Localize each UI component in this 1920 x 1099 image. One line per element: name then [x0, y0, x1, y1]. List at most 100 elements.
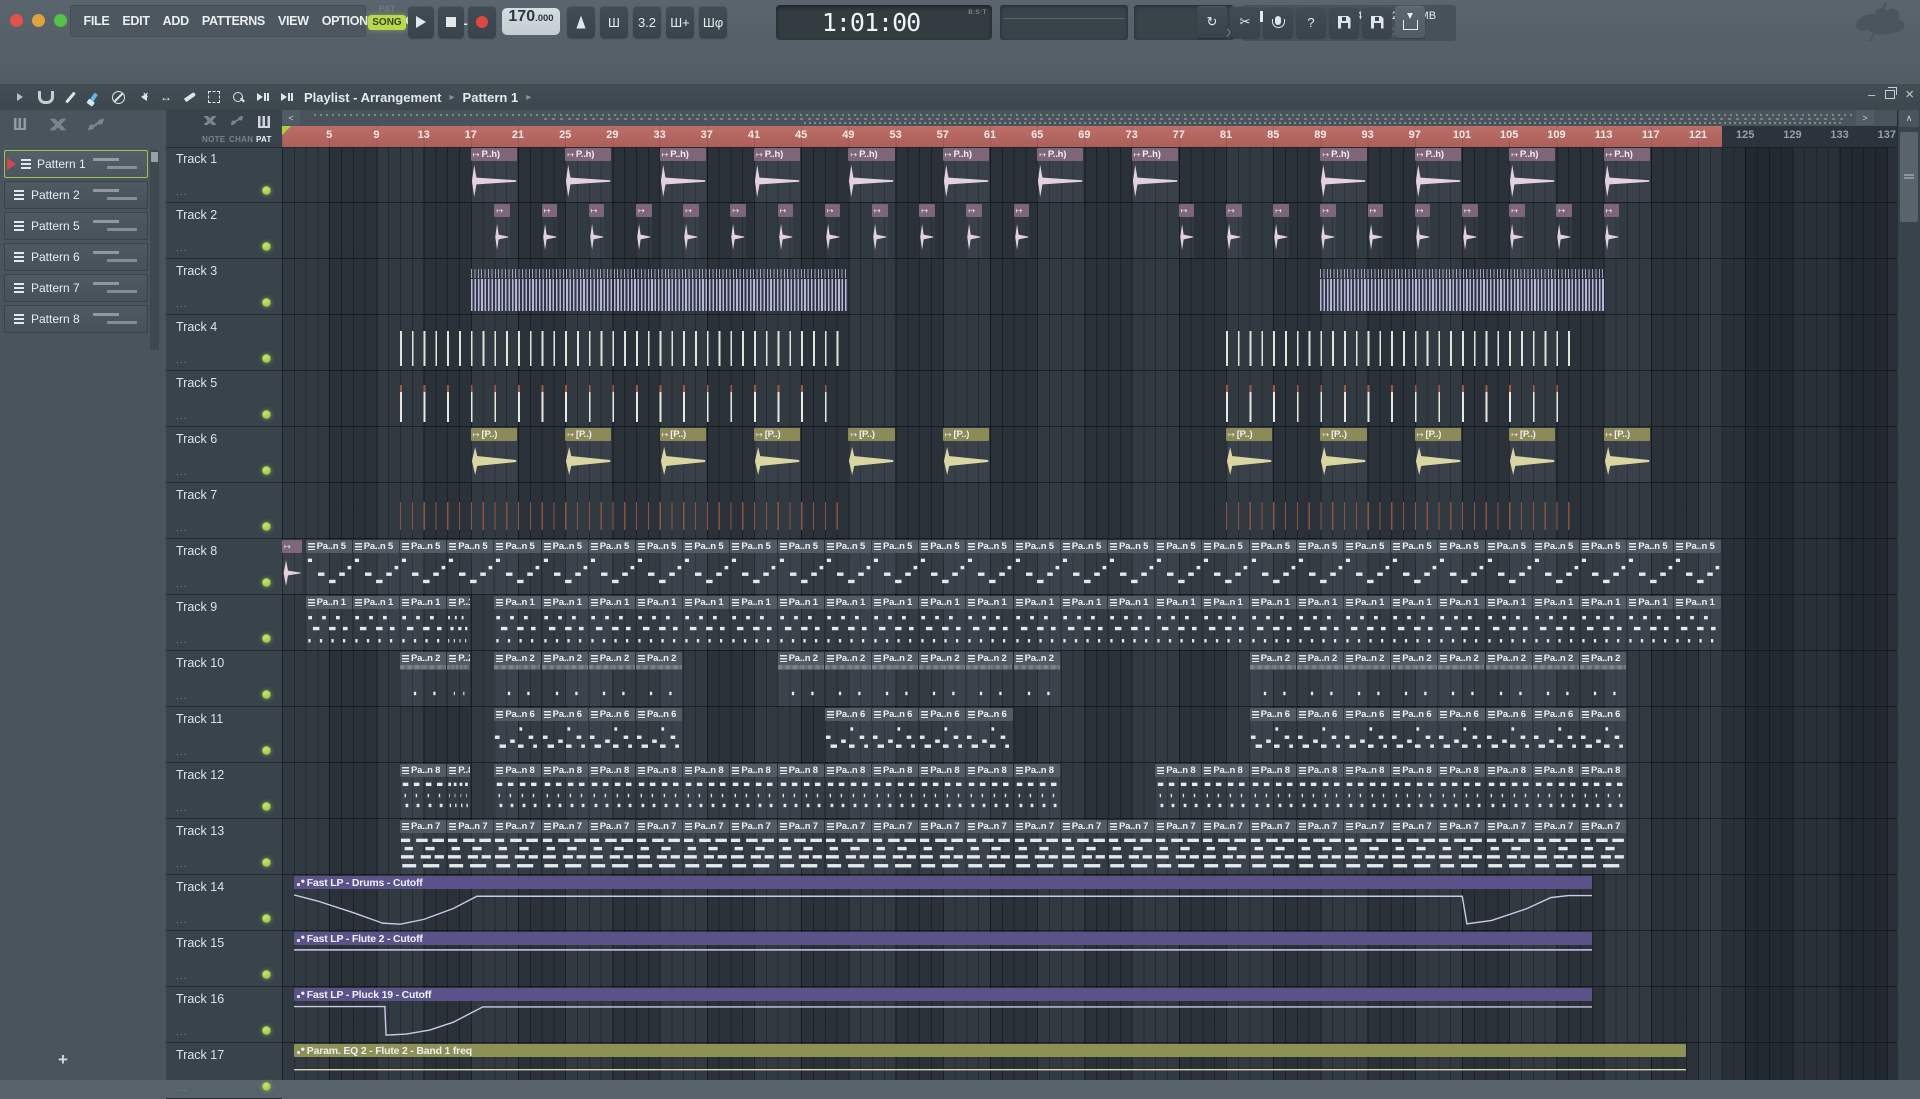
clip-header[interactable]: ↦	[683, 204, 699, 217]
track-led[interactable]	[262, 1082, 271, 1091]
clip-header[interactable]: ↦[P..)	[471, 428, 517, 441]
clip-header[interactable]: Pa..n 8	[919, 764, 965, 777]
clip-header[interactable]: ↦	[494, 204, 510, 217]
pattern-clip[interactable]: Pa..n 6	[1438, 708, 1484, 762]
track-led[interactable]	[262, 970, 271, 979]
playlist-track-row[interactable]: Pa..n 6Pa..n 6Pa..n 6Pa..n 6Pa..n 6Pa..n…	[282, 707, 1898, 763]
pattern-clip[interactable]: Pa..n 1	[1108, 596, 1154, 650]
track-header[interactable]: Track 1...	[166, 147, 282, 203]
clip-header[interactable]: Pa..n 7	[778, 820, 824, 833]
clip-header[interactable]: Pa..n 5	[1061, 540, 1107, 553]
clip-header[interactable]: Pa..n 1	[1580, 596, 1626, 609]
clip-header[interactable]: Pa..n 6	[1391, 708, 1437, 721]
pattern-clip[interactable]: Pa..n 1	[1391, 596, 1437, 650]
pattern-clip[interactable]: Pa..n 2	[1438, 652, 1484, 706]
clip-header[interactable]: Pa..n 5	[353, 540, 399, 553]
track-led[interactable]	[262, 858, 271, 867]
clip-header[interactable]: Pa..n 1	[542, 596, 588, 609]
undo-icon[interactable]: ↻	[1197, 6, 1227, 38]
scrollbar-thumb[interactable]	[1900, 132, 1918, 222]
pattern-clip[interactable]: Pa..n 5	[400, 540, 446, 594]
clip-header[interactable]: Pa..n 6	[1533, 708, 1579, 721]
pattern-clip[interactable]: Pa..n 5	[1250, 540, 1296, 594]
minimize-button[interactable]: –	[1868, 87, 1875, 102]
audio-clip[interactable]: ↦P..h)	[565, 148, 611, 202]
tab-icon-chan[interactable]	[231, 116, 243, 125]
pattern-list-scrollbar[interactable]	[150, 150, 159, 350]
track-header[interactable]: Track 15...	[166, 931, 282, 987]
clip-header[interactable]: Pa..n 5	[1486, 540, 1532, 553]
pattern-clip[interactable]: Pa..n 5	[919, 540, 965, 594]
clip-header[interactable]: ↦P..h)	[1604, 148, 1650, 161]
clip-header[interactable]: Pa..n 1	[919, 596, 965, 609]
pattern-clip[interactable]: P..2	[447, 652, 470, 706]
audio-clip[interactable]: ↦P..h)	[1509, 148, 1555, 202]
clip-header[interactable]: Pa..n 1	[1627, 596, 1673, 609]
pattern-clip[interactable]: Pa..n 6	[1391, 708, 1437, 762]
pattern-clip[interactable]: Pa..n 1	[778, 596, 824, 650]
clip-header[interactable]: Pa..n 1	[1486, 596, 1532, 609]
track-led[interactable]	[262, 1026, 271, 1035]
audio-clip[interactable]: ↦[P..)	[471, 428, 517, 482]
pattern-clip[interactable]: Pa..n 6	[1297, 708, 1343, 762]
pattern-clip[interactable]: Pa..n 5	[636, 540, 682, 594]
track-header[interactable]: Track 6...	[166, 427, 282, 483]
pattern-clip[interactable]: Pa..n 7	[494, 820, 540, 874]
pattern-clip[interactable]: Pa..n 7	[1061, 820, 1107, 874]
pattern-clip[interactable]: Pa..n 5	[1674, 540, 1720, 594]
clip-header[interactable]: Pa..n 5	[778, 540, 824, 553]
clip-header[interactable]: Pa..n 8	[1391, 764, 1437, 777]
clip-header[interactable]: ↦	[542, 204, 558, 217]
pattern-clip[interactable]: Pa..n 1	[1250, 596, 1296, 650]
audio-clip[interactable]: ↦[P..)	[848, 428, 894, 482]
pattern-clip[interactable]: Pa..n 8	[966, 764, 1012, 818]
mac-minimize-light[interactable]	[32, 14, 45, 27]
pattern-clip[interactable]: Pa..n 8	[872, 764, 918, 818]
pattern-clip[interactable]: Pa..n 5	[872, 540, 918, 594]
oscilloscope-panel[interactable]	[1000, 5, 1128, 40]
audio-clip[interactable]: ↦P..h)	[471, 148, 517, 202]
clip-header[interactable]: Pa..n 2	[872, 652, 918, 665]
pattern-clip[interactable]: Pa..n 6	[1580, 708, 1626, 762]
playlist-track-row[interactable]: Fast LP - Pluck 19 - Cutoff	[282, 987, 1898, 1043]
track-led[interactable]	[262, 354, 271, 363]
tab-icon-note[interactable]	[204, 116, 216, 125]
clip-header[interactable]: Pa..n 5	[1155, 540, 1201, 553]
pattern-clip[interactable]: Pa..n 1	[1438, 596, 1484, 650]
clip-header[interactable]: Pa..n 8	[683, 764, 729, 777]
track-header[interactable]: Track 7...	[166, 483, 282, 539]
clip-header[interactable]: ↦[P..)	[1226, 428, 1272, 441]
pattern-clip[interactable]: Pa..n 8	[1250, 764, 1296, 818]
playlist-track-row[interactable]	[282, 315, 1898, 371]
pattern-clip[interactable]: Pa..n 6	[872, 708, 918, 762]
pattern-list-item[interactable]: Pattern 8	[4, 305, 148, 333]
clip-header[interactable]: Pa..n 7	[1250, 820, 1296, 833]
clip-header[interactable]: Pa..n 6	[1250, 708, 1296, 721]
clip-header[interactable]: Pa..n 5	[1297, 540, 1343, 553]
playlist-track-row[interactable]: Pa..n 5Pa..n 5Pa..n 5Pa..n 5Pa..n 5Pa..n…	[282, 539, 1898, 595]
clip-header[interactable]: Pa..n 5	[494, 540, 540, 553]
audio-clip[interactable]: ↦	[1179, 204, 1195, 258]
clip-header[interactable]: ↦	[1320, 204, 1336, 217]
clip-header[interactable]: Pa..n 5	[1674, 540, 1720, 553]
audio-clip[interactable]: ↦	[1604, 204, 1620, 258]
clip-header[interactable]: Pa..n 5	[1108, 540, 1154, 553]
clip-header[interactable]: Pa..n 1	[730, 596, 776, 609]
clip-header[interactable]: Pa..n 8	[1344, 764, 1390, 777]
clip-header[interactable]: ↦P..h)	[1509, 148, 1555, 161]
clip-header[interactable]: Pa..n 5	[919, 540, 965, 553]
clip-header[interactable]: Pa..n 7	[1297, 820, 1343, 833]
playlist-track-row[interactable]: ↦↦↦↦↦↦↦↦↦↦↦↦↦↦↦↦↦↦↦↦↦↦	[282, 203, 1898, 259]
pattern-clip[interactable]: Pa..n 1	[1202, 596, 1248, 650]
clip-header[interactable]: Pa..n 5	[1438, 540, 1484, 553]
clip-header[interactable]: Pa..n 8	[966, 764, 1012, 777]
track-led[interactable]	[262, 634, 271, 643]
pattern-clip[interactable]: Pa..n 2	[1250, 652, 1296, 706]
clip-header[interactable]: Pa..n 8	[825, 764, 871, 777]
ticks-clip[interactable]	[1226, 385, 1580, 422]
clip-header[interactable]: Pa..n 1	[1155, 596, 1201, 609]
clip-header[interactable]: ↦P..h)	[1132, 148, 1178, 161]
clip-header[interactable]: ↦P..h)	[943, 148, 989, 161]
zoom-tool-icon[interactable]	[226, 87, 250, 107]
clip-header[interactable]: Pa..n 7	[872, 820, 918, 833]
